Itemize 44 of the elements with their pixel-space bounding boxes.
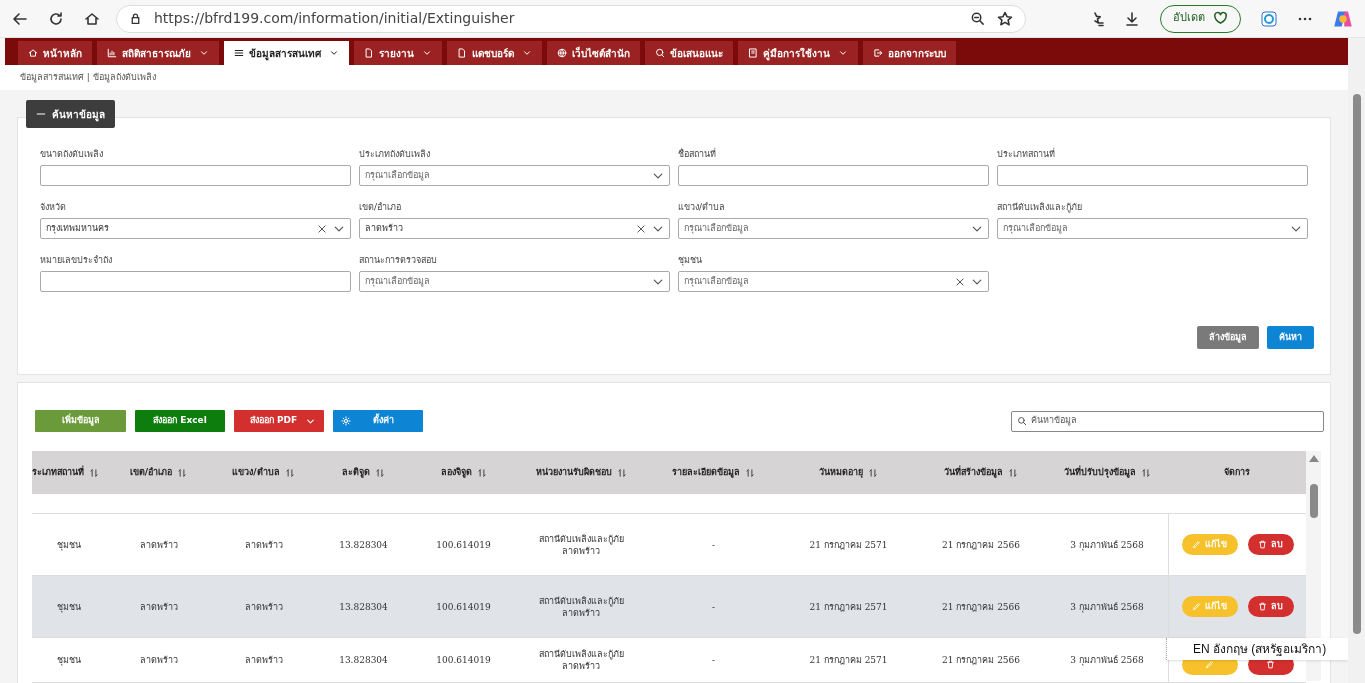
field-label: ประเภทถังดับเพลิง [359, 148, 431, 160]
field-label: ประเภทสถานที่ [997, 148, 1056, 160]
table-cell: ลาดพร้าว [244, 538, 283, 551]
breadcrumb: ข้อมูลสารสนเทศ | ข้อมูลถังดับเพลิง [20, 70, 156, 85]
table-cell: 3 กุมภาพันธ์ 2568 [1070, 654, 1144, 666]
table-cell: 21 กรกฎาคม 2571 [809, 538, 888, 551]
table-cell: 21 กรกฎาคม 2566 [941, 654, 1021, 666]
table-cell: 3 กุมภาพันธ์ 2568 [1070, 538, 1144, 551]
field-label: สถานีดับเพลิงและกู้ภัย [997, 201, 1083, 213]
table-cell: 3 กุมภาพันธ์ 2568 [1070, 600, 1144, 613]
table-cell: ชุมชน [57, 538, 81, 551]
table-cell: 21 กรกฎาคม 2566 [941, 600, 1021, 613]
table-cell: 21 กรกฎาคม 2571 [809, 600, 888, 613]
table-cell: 13.828304 [339, 538, 388, 551]
table-cell: ลาดพร้าว [244, 654, 283, 666]
field-label: หมายเลขประจำถัง [40, 254, 113, 266]
table-cell: 100.614019 [436, 538, 491, 551]
table-cell: - [711, 654, 715, 666]
field-label: สถานะการตรวจสอบ [359, 254, 438, 266]
table-cell: 100.614019 [436, 654, 491, 666]
table-cell: - [711, 600, 715, 613]
field-label: ขนาดถังดับเพลิง [40, 148, 104, 160]
table-cell: ลาดพร้าว [139, 654, 178, 666]
column-header: จัดการ [1224, 465, 1250, 479]
table-cell: ลาดพร้าว [139, 538, 178, 551]
field-label: ชื่อสถานที่ [678, 148, 717, 160]
field-label: จังหวัด [40, 201, 67, 213]
table-cell: ชุมชน [57, 654, 81, 666]
field-label: เขต/อำเภอ [359, 201, 403, 213]
table-cell: 21 กรกฎาคม 2571 [809, 654, 888, 666]
table-cell: - [711, 538, 715, 551]
table-cell-text: สถานีดับเพลิงและกู้ภัย ลาดพร้าว [537, 594, 625, 619]
table-cell: ลาดพร้าว [244, 600, 283, 613]
field-label: ชุมชน [678, 254, 703, 266]
field-label: แขวง/ตำบล [678, 201, 727, 213]
table-cell: 13.828304 [339, 654, 388, 666]
table-cell: ลาดพร้าว [139, 600, 178, 613]
table-cell: 21 กรกฎาคม 2566 [941, 538, 1021, 551]
table-cell: 100.614019 [436, 600, 491, 613]
table-cell: ชุมชน [57, 600, 81, 613]
table-cell-text: สถานีดับเพลิงและกู้ภัย ลาดพร้าว [537, 648, 625, 672]
table-cell-text: สถานีดับเพลิงและกู้ภัย ลาดพร้าว [537, 532, 625, 557]
language-tooltip: EN อังกฤษ (สหรัฐอเมริกา) [1166, 638, 1348, 660]
table-cell: 13.828304 [339, 600, 388, 613]
